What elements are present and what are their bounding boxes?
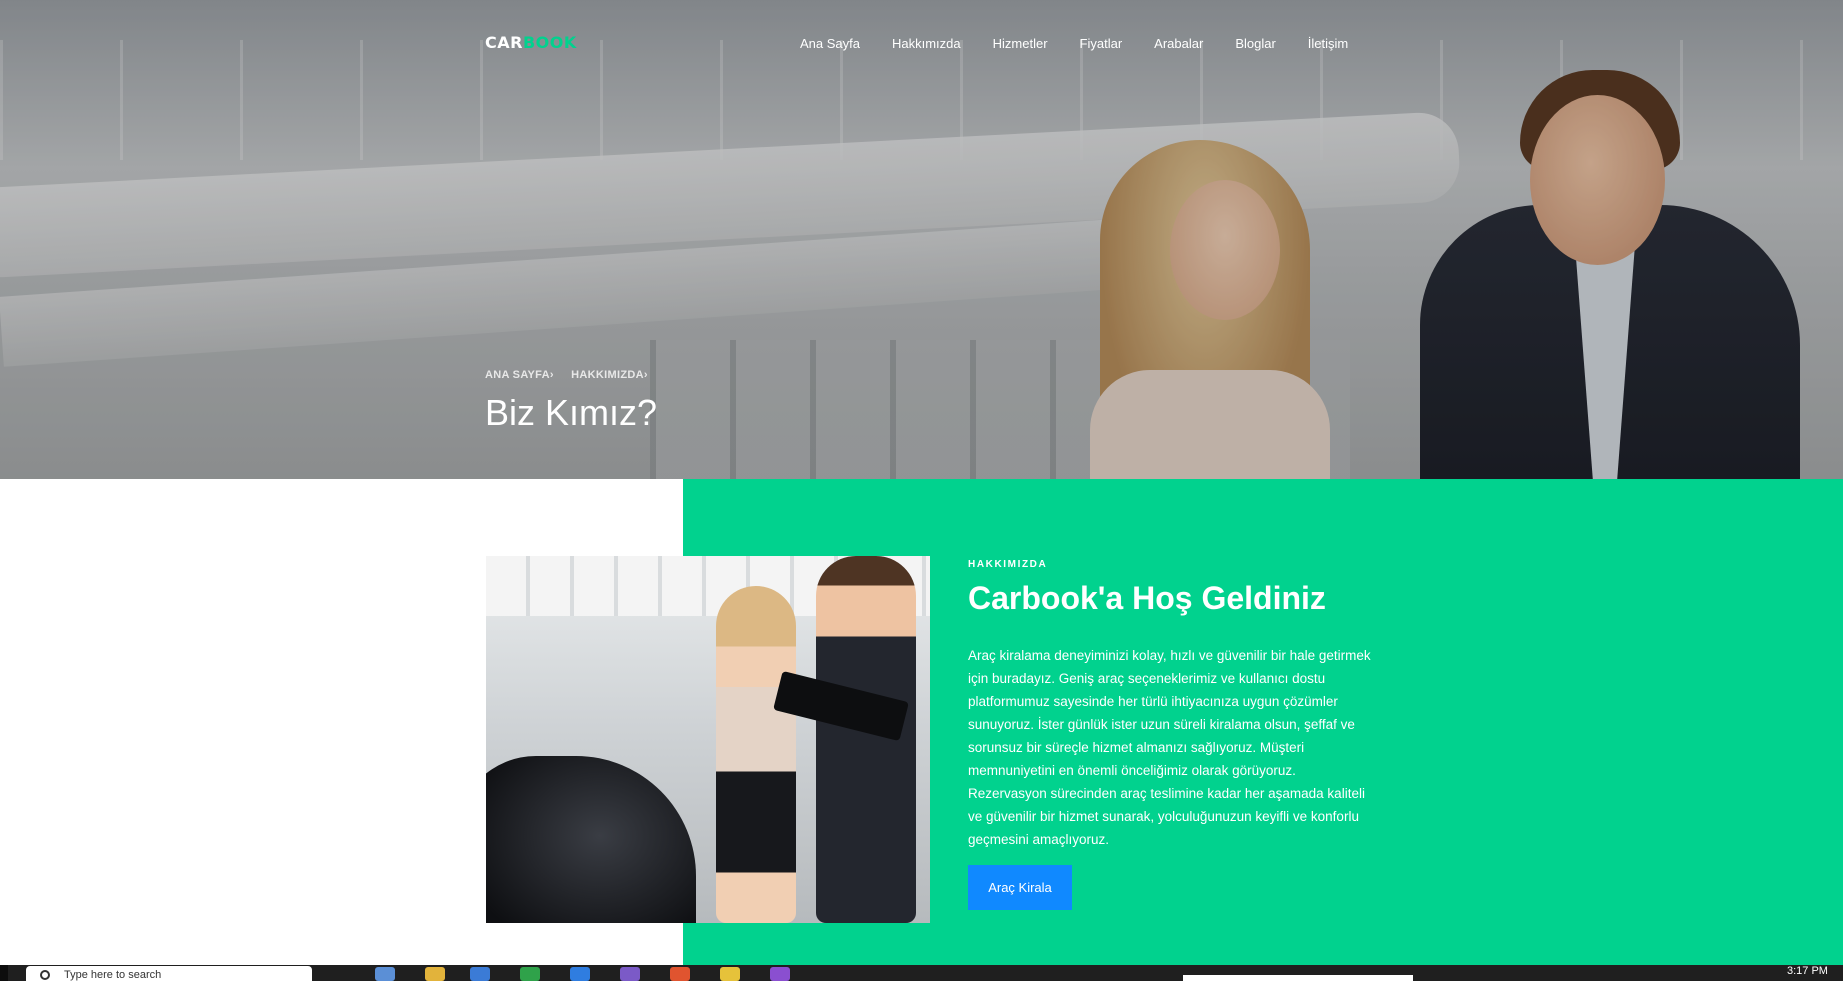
vscode-app-icon[interactable] [570, 967, 590, 981]
vs-app-icon[interactable] [620, 967, 640, 981]
about-description: Araç kiralama deneyiminizi kolay, hızlı … [968, 648, 1371, 847]
folder-app-icon[interactable] [425, 967, 445, 981]
nav-link-pricing[interactable]: Fiyatlar [1080, 36, 1123, 51]
os-taskbar: Type here to search 3:17 PM [0, 965, 1843, 981]
app-icon-yellow[interactable] [720, 967, 740, 981]
breadcrumb-current: HAKKIMIZDA› [571, 369, 648, 381]
nav-link-home[interactable]: Ana Sayfa [800, 36, 860, 51]
app-icon-red[interactable] [670, 967, 690, 981]
nav-link-blogs[interactable]: Bloglar [1235, 36, 1275, 51]
section-label: HAKKIMIZDA [968, 559, 1048, 570]
site-logo[interactable]: CARBOOK [485, 33, 577, 52]
top-navbar: CARBOOK Ana Sayfa Hakkımızda Hizmetler F… [0, 0, 1843, 86]
breadcrumb: ANA SAYFA› HAKKIMIZDA› [485, 369, 662, 381]
nav-link-services[interactable]: Hizmetler [993, 36, 1048, 51]
logo-text-car: CAR [485, 33, 523, 52]
edge-app-icon[interactable] [375, 967, 395, 981]
about-photo [486, 556, 930, 923]
taskbar-active-window[interactable] [1183, 975, 1413, 981]
start-button[interactable] [0, 965, 8, 981]
store-app-icon[interactable] [470, 967, 490, 981]
search-icon [40, 970, 50, 980]
taskbar-clock: 3:17 PM [1787, 965, 1828, 977]
section-title: Carbook'a Hoş Geldiniz [968, 580, 1326, 616]
logo-text-book: BOOK [522, 33, 577, 52]
page-title: Biz Kımız? [485, 392, 658, 433]
chrome-app-icon[interactable] [520, 967, 540, 981]
nav-link-cars[interactable]: Arabalar [1154, 36, 1203, 51]
app-icon-purple[interactable] [770, 967, 790, 981]
taskbar-search-input[interactable]: Type here to search [26, 966, 312, 981]
main-menu: Ana Sayfa Hakkımızda Hizmetler Fiyatlar … [800, 36, 1380, 51]
nav-link-contact[interactable]: İletişim [1308, 36, 1348, 51]
car-image [486, 756, 696, 923]
rent-car-button[interactable]: Araç Kirala [968, 865, 1072, 910]
nav-link-about[interactable]: Hakkımızda [892, 36, 961, 51]
breadcrumb-home[interactable]: ANA SAYFA› [485, 369, 554, 381]
